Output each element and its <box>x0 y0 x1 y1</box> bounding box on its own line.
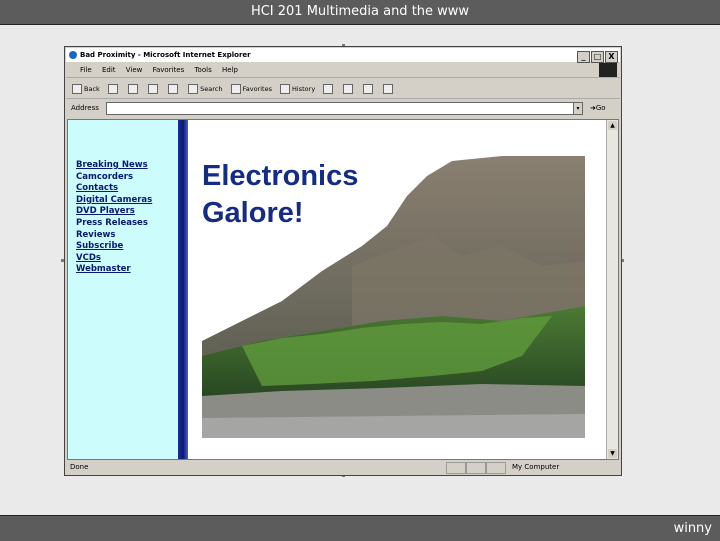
slide-footer: winny <box>0 515 720 541</box>
footer-text: winny <box>673 521 712 536</box>
status-pane <box>486 462 506 474</box>
history-label: History <box>292 85 316 93</box>
close-button[interactable]: X <box>605 51 618 63</box>
back-arrow-icon <box>72 84 82 94</box>
address-dropdown-icon[interactable]: ▾ <box>573 102 583 115</box>
menu-help[interactable]: Help <box>222 66 238 74</box>
nav-link-subscribe[interactable]: Subscribe <box>76 241 152 253</box>
nav-link-reviews[interactable]: Reviews <box>76 230 152 242</box>
security-zone: My Computer <box>512 463 560 471</box>
menu-bar: File Edit View Favorites Tools Help <box>66 63 620 78</box>
nav-link-press-releases[interactable]: Press Releases <box>76 218 152 230</box>
stop-button[interactable] <box>127 84 140 94</box>
mail-icon <box>323 84 334 94</box>
favorites-button[interactable]: Favorites <box>230 84 272 94</box>
nav-link-dvd-players[interactable]: DVD Players <box>76 206 152 218</box>
nav-link-vcds[interactable]: VCDs <box>76 253 152 265</box>
stop-icon <box>127 84 138 94</box>
browser-title-bar: Bad Proximity - Microsoft Internet Explo… <box>66 48 620 64</box>
refresh-icon <box>148 84 159 94</box>
address-label: Address <box>71 104 99 112</box>
scroll-up-icon[interactable]: ▲ <box>608 121 617 130</box>
headline-line-1: Electronics <box>202 160 359 192</box>
address-input[interactable] <box>106 102 578 115</box>
page-headline: Electronics Galore! <box>202 158 358 232</box>
nav-link-contacts[interactable]: Contacts <box>76 183 152 195</box>
print-icon <box>343 84 354 94</box>
go-button[interactable]: ➜Go <box>590 100 606 116</box>
menu-edit[interactable]: Edit <box>102 66 116 74</box>
status-bar: Done My Computer <box>66 461 620 474</box>
edit-icon <box>363 84 374 94</box>
windows-logo-icon <box>599 63 617 77</box>
go-label: Go <box>595 104 606 112</box>
status-pane <box>466 462 486 474</box>
scroll-down-icon[interactable]: ▼ <box>608 449 617 458</box>
browser-window: Bad Proximity - Microsoft Internet Explo… <box>64 46 622 476</box>
status-pane <box>446 462 466 474</box>
discuss-icon <box>383 84 394 94</box>
forward-arrow-icon <box>107 84 118 94</box>
history-button[interactable]: History <box>280 84 316 94</box>
back-button[interactable]: Back <box>72 84 100 94</box>
search-icon <box>188 84 199 94</box>
toolbar: Back Search Favorites History <box>66 80 620 99</box>
minimize-button[interactable]: _ <box>577 51 590 63</box>
nav-link-camcorders[interactable]: Camcorders <box>76 172 152 184</box>
discuss-button[interactable] <box>383 84 395 94</box>
search-button[interactable]: Search <box>188 84 223 94</box>
nav-link-breaking-news[interactable]: Breaking News <box>76 160 152 172</box>
home-icon <box>168 84 179 94</box>
nav-list: Breaking News Camcorders Contacts Digita… <box>76 160 152 276</box>
slide-title: HCI 201 Multimedia and the www <box>0 0 720 25</box>
ie-logo-icon <box>69 51 77 59</box>
menu-tools[interactable]: Tools <box>194 66 211 74</box>
browser-window-title: Bad Proximity - Microsoft Internet Explo… <box>80 51 251 59</box>
page-content: Breaking News Camcorders Contacts Digita… <box>67 119 619 460</box>
status-text: Done <box>70 463 89 471</box>
favorites-label: Favorites <box>242 85 272 93</box>
forward-button[interactable] <box>107 84 120 94</box>
decorative-stripe <box>178 120 188 459</box>
left-navigation: Breaking News Camcorders Contacts Digita… <box>68 120 178 459</box>
menu-favorites[interactable]: Favorites <box>153 66 185 74</box>
nav-link-digital-cameras[interactable]: Digital Cameras <box>76 195 152 207</box>
nav-link-webmaster[interactable]: Webmaster <box>76 264 152 276</box>
home-button[interactable] <box>168 84 180 94</box>
edit-button[interactable] <box>363 84 375 94</box>
vertical-scrollbar[interactable]: ▲ ▼ <box>606 120 618 459</box>
window-controls: _ □ X <box>576 50 618 64</box>
address-bar: Address ▾ ➜Go <box>66 100 620 116</box>
favorites-icon <box>230 84 241 94</box>
headline-line-2: Galore! <box>202 197 304 229</box>
search-label: Search <box>200 85 223 93</box>
menu-file[interactable]: File <box>80 66 92 74</box>
history-icon <box>280 84 291 94</box>
maximize-button[interactable]: □ <box>591 51 604 63</box>
print-button[interactable] <box>343 84 355 94</box>
refresh-button[interactable] <box>148 84 160 94</box>
back-label: Back <box>84 85 100 93</box>
mail-button[interactable] <box>323 84 335 94</box>
menu-view[interactable]: View <box>126 66 143 74</box>
